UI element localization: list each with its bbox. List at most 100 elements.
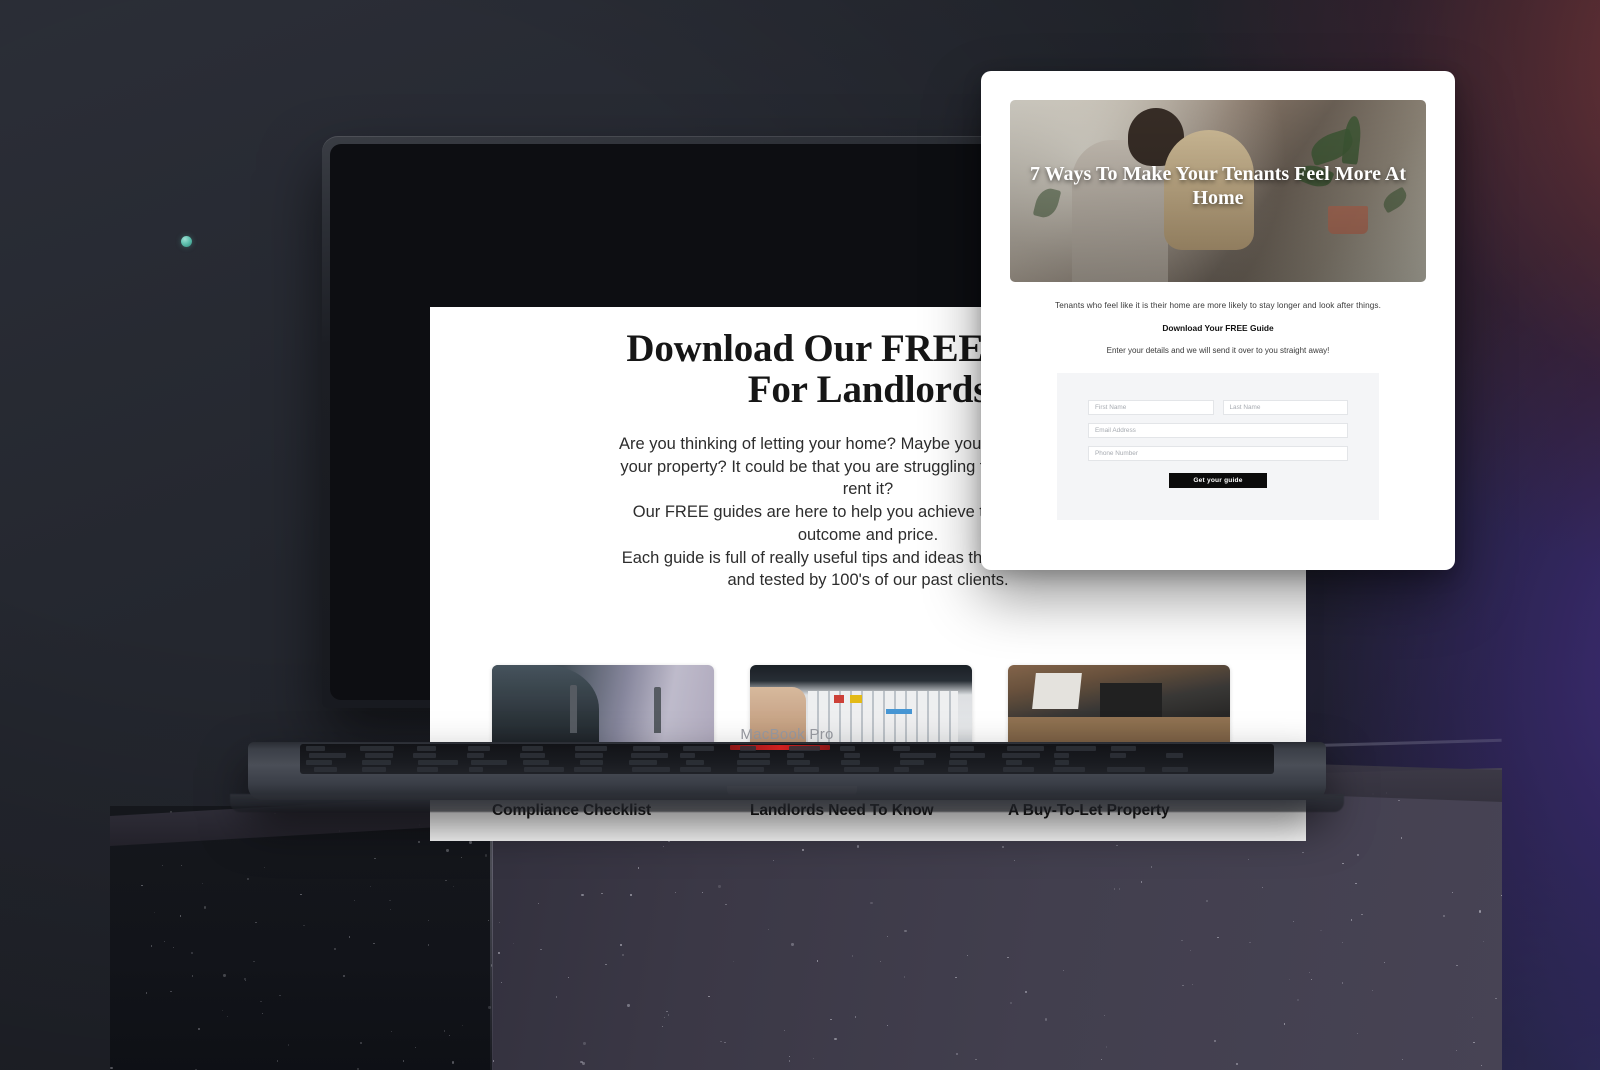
pedestal-speckle: [638, 867, 639, 868]
keyboard-key: [306, 746, 324, 751]
keyboard-key: [314, 767, 337, 772]
email-input[interactable]: Email Address: [1088, 423, 1348, 438]
pedestal-speckle: [373, 943, 374, 944]
pedestal-speckle: [663, 846, 664, 847]
overlay-hero-image: 7 Ways To Make Your Tenants Feel More At…: [1010, 100, 1426, 282]
pedestal-speckle: [334, 948, 336, 950]
pedestal-speckle: [622, 954, 623, 955]
pedestal-speckle: [956, 1053, 958, 1055]
pedestal-speckle: [540, 949, 541, 950]
pedestal-speckle: [154, 912, 155, 913]
pedestal-speckle: [784, 1030, 785, 1031]
pedestal-speckle: [462, 1025, 463, 1026]
pedestal-speckle: [1181, 940, 1182, 941]
pedestal-speckle: [1384, 962, 1385, 963]
keyboard-key: [737, 767, 764, 772]
keyboard-key: [680, 767, 711, 772]
keyboard-key: [1055, 760, 1069, 765]
pedestal-speckle: [1014, 860, 1015, 861]
pedestal-speckle: [288, 1044, 289, 1045]
pedestal-speckle: [446, 849, 448, 851]
pedestal-speckle: [568, 977, 569, 978]
pedestal-speckle: [1443, 915, 1444, 916]
keyboard-key: [306, 760, 331, 765]
pedestal-speckle: [620, 944, 621, 945]
pedestal-speckle: [391, 1031, 392, 1032]
overlay-subtitle: Tenants who feel like it is their home a…: [1010, 301, 1426, 310]
pedestal-speckle: [857, 845, 859, 847]
pedestal-speckle: [1320, 930, 1321, 931]
pedestal-speckle: [453, 886, 454, 887]
pedestal-speckle: [415, 1047, 416, 1048]
keyboard-key: [1053, 767, 1085, 772]
pedestal-speckle: [370, 886, 371, 887]
pedestal-speckle: [813, 1058, 814, 1059]
keyboard-key: [468, 746, 490, 751]
pedestal-speckle: [403, 1060, 404, 1061]
pedestal-speckle: [360, 1042, 362, 1044]
pedestal-speckle: [255, 922, 256, 923]
keyboard-key: [787, 760, 810, 765]
keyboard-key: [683, 746, 714, 751]
pedestal-speckle: [110, 1067, 112, 1069]
keyboard-key: [417, 767, 438, 772]
keyboard-key: [1107, 767, 1146, 772]
pedestal-speckle: [630, 894, 631, 895]
keyboard-key: [900, 753, 936, 758]
keyboard-key: [309, 753, 346, 758]
keyboard-key: [467, 753, 485, 758]
pedestal-speckle: [870, 902, 872, 904]
pedestal-speckle: [1456, 1050, 1457, 1051]
pedestal-speckle: [662, 1026, 663, 1027]
keyboard-key: [737, 760, 770, 765]
form-row-name: First Name Last Name: [1088, 400, 1348, 415]
lead-capture-form: First Name Last Name Email Address Phone…: [1057, 373, 1379, 520]
pedestal-speckle: [1501, 895, 1502, 896]
pedestal-speckle: [1141, 881, 1142, 882]
keyboard-key: [787, 753, 804, 758]
keyboard-key: [948, 767, 968, 772]
pedestal-speckle: [904, 976, 905, 977]
pedestal-speckle: [880, 961, 881, 962]
keyboard-key: [522, 746, 543, 751]
pedestal-speckle: [1236, 1063, 1238, 1065]
form-row-email: Email Address: [1088, 423, 1348, 438]
pedestal-speckle: [141, 885, 142, 886]
pedestal-speckle: [192, 975, 193, 976]
pedestal-speckle: [725, 904, 726, 905]
pedestal-speckle: [1002, 846, 1003, 847]
get-your-guide-button[interactable]: Get your guide: [1169, 473, 1267, 488]
pedestal-speckle: [1010, 1002, 1011, 1003]
keyboard-key: [840, 746, 854, 751]
pedestal-speckle: [855, 1016, 856, 1017]
pedestal-speckle: [164, 941, 165, 942]
last-name-input[interactable]: Last Name: [1223, 400, 1349, 415]
keyboard-key: [680, 753, 696, 758]
keyboard-key: [362, 767, 386, 772]
pedestal-speckle: [1483, 941, 1484, 942]
keyboard-key: [844, 753, 860, 758]
pedestal-speckle: [357, 1068, 358, 1069]
pedestal-speckle: [1297, 999, 1299, 1001]
pedestal-speckle: [449, 1035, 450, 1036]
pedestal-speckle: [768, 929, 769, 930]
keyboard-key: [469, 767, 483, 772]
keyboard-key: [575, 753, 604, 758]
pedestal-speckle: [191, 952, 193, 954]
pedestal-speckle: [1214, 1040, 1216, 1042]
keyboard-key: [1111, 746, 1136, 751]
person-hair-shape: [1128, 108, 1184, 166]
keyboard-key: [1110, 753, 1126, 758]
pedestal-speckle: [223, 974, 225, 976]
pedestal-speckle: [245, 980, 246, 981]
pedestal-speckle: [349, 936, 350, 937]
first-name-input[interactable]: First Name: [1088, 400, 1214, 415]
phone-input[interactable]: Phone Number: [1088, 446, 1348, 461]
pedestal-speckle: [300, 894, 301, 895]
pedestal-speckle: [1104, 1015, 1105, 1016]
keyboard-key: [629, 760, 658, 765]
pedestal-speckle: [498, 952, 499, 953]
pedestal-speckle: [1249, 942, 1250, 943]
pedestal-speckle: [1398, 800, 1399, 801]
keyboard-key: [1006, 760, 1023, 765]
